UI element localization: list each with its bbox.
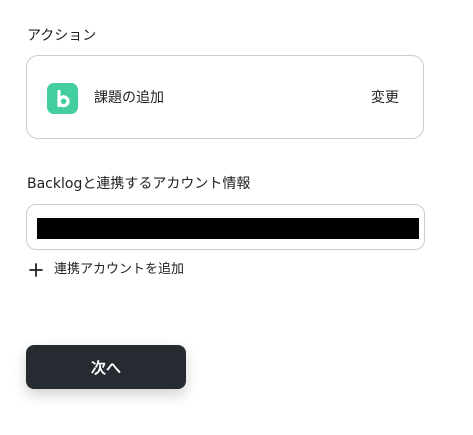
next-button[interactable]: 次へ	[26, 345, 186, 389]
action-name: 課題の追加	[94, 90, 164, 106]
account-section-label: Backlogと連携するアカウント情報	[27, 176, 251, 192]
add-account-label: 連携アカウントを追加	[54, 262, 185, 277]
account-value-redacted	[37, 218, 419, 239]
plus-icon	[28, 262, 44, 282]
action-section-label: アクション	[27, 28, 97, 44]
change-action-button[interactable]: 変更	[371, 91, 399, 105]
action-card: 課題の追加 変更	[26, 55, 424, 139]
account-select[interactable]	[26, 204, 425, 250]
backlog-logo-icon	[47, 83, 78, 114]
